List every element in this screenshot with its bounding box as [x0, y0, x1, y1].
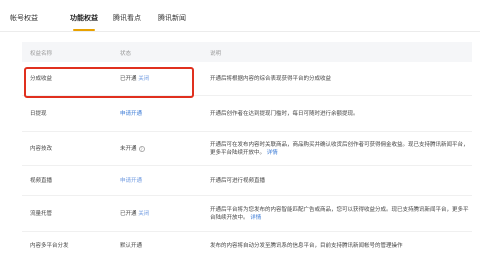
status-text: 已开通	[120, 211, 137, 217]
tab-tencent-news[interactable]: 腾讯新闻	[158, 13, 186, 23]
rights-status: 未开通?	[120, 145, 145, 153]
table-row: 日提现 申请开通 开通后创作者在达到提现门槛时，每日可随时进行余额提现。	[22, 96, 472, 132]
status-text: 未开通	[120, 146, 137, 152]
table-header: 权益名称 状态 说明	[22, 42, 472, 62]
close-link[interactable]: 关闭	[138, 211, 149, 217]
highlight-box	[24, 67, 194, 98]
desc-text: 开通后可在发布内容时关联商品，商品购买并确认收货后创作者可获得佣金收益。现已支持…	[210, 142, 469, 156]
detail-link[interactable]: 详情	[250, 215, 261, 221]
rights-name: 内容多平台分发	[30, 243, 69, 249]
rights-desc: 开通后平台将为您发布的内容智能匹配广告或商品，您可以获得收益分成。现已支持腾讯新…	[210, 206, 470, 222]
rights-status: 申请开通	[120, 177, 142, 185]
header-desc: 说明	[210, 51, 222, 57]
table-row: 流量托管 已开通 关闭 开通后平台将为您发布的内容智能匹配广告或商品，您可以获得…	[22, 196, 472, 232]
tab-bar: 帐号权益 功能权益 腾讯看点 腾讯新闻	[0, 0, 480, 32]
table-row: 内容多平台分发 默认开通 发布的内容将自动分发至腾讯系的信息平台，目前支持腾讯新…	[22, 232, 472, 258]
rights-status: 已开通 关闭	[120, 210, 149, 218]
rights-desc: 开通后将根据内容的综合表现获得平台的分成收益	[210, 76, 332, 82]
rights-name: 视频直播	[30, 178, 53, 184]
rights-name: 流量托管	[30, 211, 53, 217]
apply-link[interactable]: 申请开通	[120, 111, 142, 117]
help-icon[interactable]: ?	[138, 145, 145, 152]
rights-desc: 开通后创作者在达到提现门槛时，每日可随时进行余额提现。	[210, 111, 359, 117]
tab-account-rights[interactable]: 帐号权益	[10, 13, 38, 23]
rights-name: 内容技改	[30, 146, 53, 152]
rights-desc: 发布的内容将自动分发至腾讯系的信息平台，目前支持腾讯新闻帐号的管理操作	[210, 243, 403, 249]
rights-desc: 开通后可进行视频直播	[210, 178, 266, 184]
table-row: 视频直播 申请开通 开通后可进行视频直播	[22, 166, 472, 196]
rights-name: 日提现	[30, 111, 47, 117]
tab-feature-rights[interactable]: 功能权益	[70, 13, 98, 23]
desc-text: 开通后平台将为您发布的内容智能匹配广告或商品，您可以获得收益分成。现已支持腾讯新…	[210, 207, 469, 221]
apply-link[interactable]: 申请开通	[120, 178, 142, 184]
rights-desc: 开通后可在发布内容时关联商品，商品购买并确认收货后创作者可获得佣金收益。现已支持…	[210, 141, 470, 157]
rights-status: 默认开通	[120, 243, 143, 249]
rights-status: 申请开通	[120, 110, 142, 118]
active-tab-indicator	[73, 29, 95, 31]
detail-link[interactable]: 详情	[267, 150, 278, 156]
header-name: 权益名称	[30, 51, 53, 57]
table-row: 内容技改 未开通? 开通后可在发布内容时关联商品，商品购买并确认收货后创作者可获…	[22, 132, 472, 166]
tab-tencent-kandian[interactable]: 腾讯看点	[113, 13, 141, 23]
header-status: 状态	[120, 51, 132, 57]
